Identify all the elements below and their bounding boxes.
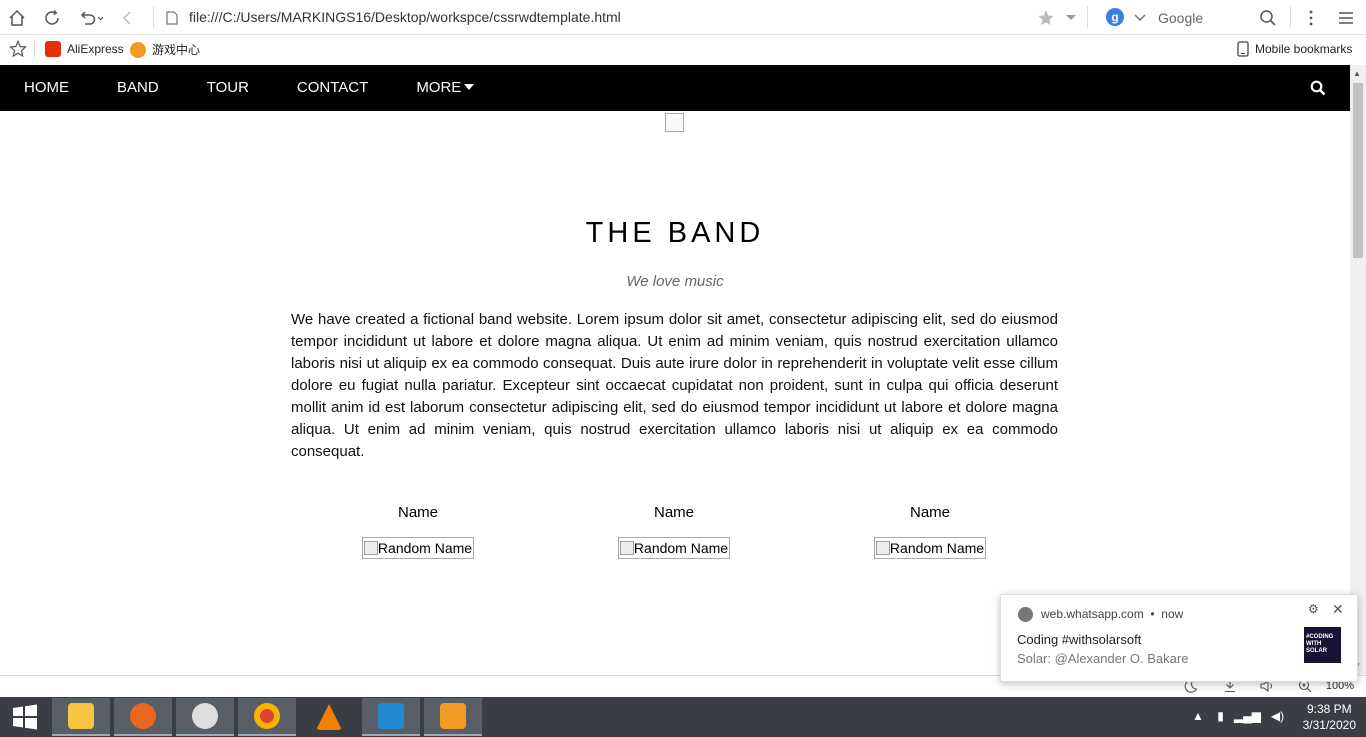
notification-source-domain: web.whatsapp.com (1041, 607, 1144, 621)
bookmark-star-icon[interactable] (7, 38, 29, 60)
member-image-alt: Random Name (889, 540, 985, 556)
search-engine-icon[interactable]: g (1106, 8, 1124, 26)
member-image[interactable]: Random Name (873, 537, 987, 559)
taskbar: ▲ ▮ ▂▄▆ ◀) 9:38 PM 3/31/2020 (0, 697, 1366, 737)
scroll-up-icon[interactable]: ▲ (1353, 69, 1361, 78)
windows-icon (13, 704, 37, 730)
member-image-alt: Random Name (377, 540, 473, 556)
url-text[interactable]: file:///C:/Users/MARKINGS16/Desktop/work… (189, 9, 621, 25)
tray-overflow-icon[interactable]: ▲ (1192, 709, 1204, 723)
member-name: Name (397, 504, 438, 521)
speaker-icon[interactable]: ◀) (1271, 709, 1284, 723)
nav-home[interactable]: HOME (0, 65, 93, 111)
nav-tour[interactable]: TOUR (183, 65, 273, 111)
notification-body: Solar: @Alexander O. Bakare (1017, 651, 1189, 666)
nav-more-label: MORE (416, 79, 462, 96)
vscode-icon (378, 703, 404, 729)
back-icon[interactable] (117, 7, 139, 29)
address-bar: file:///C:/Users/MARKINGS16/Desktop/work… (0, 0, 1366, 35)
bookmark-label: 游戏中心 (152, 43, 201, 57)
aliexpress-icon (45, 41, 61, 57)
gear-icon[interactable]: ⚙ (1308, 602, 1319, 616)
reload-icon[interactable] (41, 7, 63, 29)
firefox-icon (130, 703, 156, 729)
member-image[interactable]: Random Name (361, 537, 475, 559)
nav-more[interactable]: MORE (392, 65, 498, 111)
member-name: Name (653, 504, 694, 521)
folder-icon (68, 703, 94, 729)
close-icon[interactable]: ✕ (1332, 601, 1344, 618)
mobile-bookmarks-label: Mobile bookmarks (1255, 42, 1353, 56)
star-icon[interactable] (1035, 7, 1057, 29)
taskbar-vlc[interactable] (300, 698, 358, 736)
taskbar-vscode[interactable] (362, 698, 420, 736)
notification-toast[interactable]: web.whatsapp.com • now ⚙ ✕ Coding #withs… (1000, 594, 1358, 682)
notification-source: web.whatsapp.com • now (1041, 607, 1184, 621)
member-image[interactable]: Random Name (617, 537, 731, 559)
bookmarks-bar (0, 35, 1366, 65)
taskbar-snipping-tool[interactable] (176, 698, 234, 736)
notification-title: Coding #withsolarsoft (1017, 632, 1142, 647)
bookmark-label: AliExpress (67, 42, 124, 56)
page-viewport: HOME BAND TOUR CONTACT MORE THE BAND We … (0, 65, 1350, 675)
bookmark-aliexpress[interactable]: AliExpress (45, 41, 124, 57)
search-icon[interactable] (1310, 80, 1326, 96)
nav-contact[interactable]: CONTACT (273, 65, 392, 111)
clock[interactable]: 9:38 PM 3/31/2020 (1303, 701, 1356, 733)
scroll-thumb[interactable] (1353, 83, 1363, 258)
mobile-bookmarks[interactable]: Mobile bookmarks (1237, 41, 1352, 57)
taskbar-chrome[interactable] (238, 698, 296, 736)
chevron-down-icon[interactable] (1060, 7, 1082, 29)
vertical-scrollbar[interactable]: ▲ ▼ (1350, 65, 1366, 675)
notification-thumbnail: #CODING WITH SOLAR (1304, 627, 1341, 663)
band-member: Name Random Name (850, 504, 1010, 559)
network-icon[interactable]: ▂▄▆ (1234, 709, 1261, 723)
band-description: We have created a fictional band website… (291, 311, 1058, 460)
scissors-icon (192, 703, 218, 729)
taskbar-uc-browser[interactable] (424, 698, 482, 736)
clock-time: 9:38 PM (1306, 702, 1352, 716)
phone-icon (1237, 41, 1249, 57)
site-navbar: HOME BAND TOUR CONTACT MORE (0, 65, 1350, 111)
search-icon[interactable] (1257, 7, 1279, 29)
caret-down-icon (464, 84, 475, 90)
taskbar-firefox[interactable] (114, 698, 172, 736)
band-member: Name Random Name (338, 504, 498, 559)
band-subtitle: We love music (626, 273, 724, 290)
chrome-icon (254, 703, 280, 729)
system-tray: ▲ ▮ ▂▄▆ ◀) (1192, 709, 1284, 723)
uc-browser-icon (440, 703, 466, 729)
nav-band[interactable]: BAND (93, 65, 183, 111)
squirrel-icon (130, 41, 146, 58)
broken-image (665, 113, 684, 132)
chrome-icon (1018, 607, 1033, 622)
more-vertical-icon[interactable] (1300, 7, 1322, 29)
undo-close-tab-icon[interactable] (78, 7, 108, 29)
vlc-cone-icon (316, 704, 342, 730)
menu-icon[interactable] (1335, 7, 1357, 29)
home-icon[interactable] (6, 7, 28, 29)
member-image-alt: Random Name (633, 540, 729, 556)
taskbar-file-explorer[interactable] (52, 698, 110, 736)
page-icon (166, 7, 178, 29)
member-name: Name (909, 504, 950, 521)
broken-image-icon (619, 541, 634, 555)
broken-image-icon (363, 541, 378, 555)
band-title: THE BAND (585, 217, 765, 249)
notification-time: now (1161, 607, 1184, 621)
search-engine-label[interactable]: Google (1158, 10, 1203, 26)
chevron-down-icon[interactable] (1129, 7, 1151, 29)
battery-icon[interactable]: ▮ (1217, 709, 1224, 723)
band-member: Name Random Name (594, 504, 754, 559)
clock-date: 3/31/2020 (1302, 718, 1356, 732)
start-button[interactable] (0, 697, 50, 737)
bookmark-game-center[interactable]: 游戏中心 (130, 41, 200, 58)
broken-image-icon (875, 541, 890, 555)
